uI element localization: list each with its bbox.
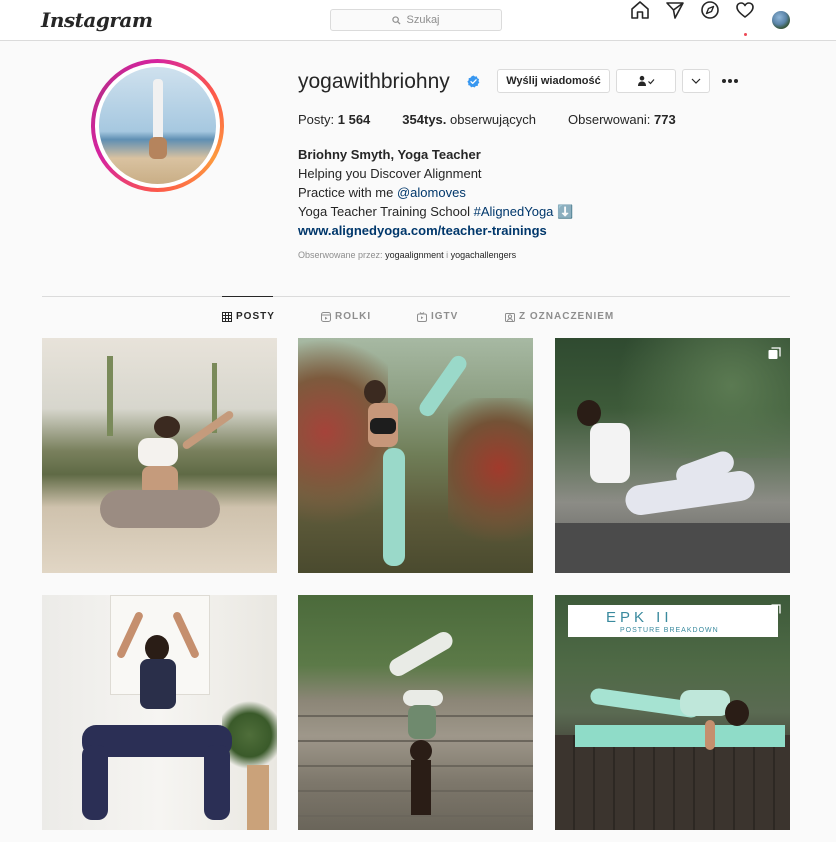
post-thumbnail[interactable]	[42, 595, 277, 830]
followed-by-account[interactable]: yogachallengers	[451, 250, 517, 260]
explore-compass-icon[interactable]	[700, 0, 720, 20]
post-overlay-banner: EPK II POSTURE BREAKDOWN	[568, 605, 778, 637]
arrow-down-emoji: ⬇️	[557, 204, 574, 219]
reels-icon	[321, 311, 331, 322]
grid-icon	[222, 311, 232, 322]
profile-photo	[99, 67, 216, 184]
followers-count[interactable]: 354tys. obserwujących	[402, 112, 536, 127]
following-status-button[interactable]	[616, 69, 676, 93]
top-nav-bar: Instagram Szukaj	[0, 0, 836, 41]
bio-website-link[interactable]: www.alignedyoga.com/teacher-trainings	[298, 221, 573, 240]
search-placeholder: Szukaj	[406, 14, 440, 26]
direct-messages-icon[interactable]	[665, 0, 685, 20]
more-options-icon[interactable]	[720, 72, 740, 90]
profile-stats: Posty: 1 564 354tys. obserwujących Obser…	[298, 112, 708, 127]
suggested-accounts-dropdown-button[interactable]	[682, 69, 710, 93]
multiple-images-icon	[768, 347, 781, 359]
post-overlay-subtitle: POSTURE BREAKDOWN	[620, 627, 719, 634]
verified-badge-icon	[467, 75, 480, 88]
followed-by-account[interactable]: yogaalignment	[385, 250, 444, 260]
search-input[interactable]: Szukaj	[330, 9, 502, 31]
post-thumbnail[interactable]	[42, 338, 277, 573]
tagged-icon	[505, 312, 515, 322]
home-icon[interactable]	[630, 0, 650, 20]
user-check-icon	[638, 75, 655, 86]
notification-dot	[744, 33, 747, 36]
own-profile-avatar[interactable]	[772, 11, 790, 29]
tab-reels[interactable]: ROLKI	[321, 311, 371, 322]
tab-igtv[interactable]: IGTV	[417, 311, 458, 322]
chevron-down-icon	[691, 78, 701, 84]
tabs-divider	[42, 296, 790, 297]
bio-full-name: Briohny Smyth, Yoga Teacher	[298, 147, 481, 162]
bio-line: Helping you Discover Alignment	[298, 166, 482, 181]
bio-line: Practice with me @alomoves	[298, 185, 466, 200]
post-thumbnail[interactable]	[298, 338, 533, 573]
multiple-images-icon	[768, 604, 781, 616]
profile-username: yogawithbriohny	[298, 70, 450, 93]
following-count[interactable]: Obserwowani: 773	[568, 112, 676, 127]
posts-count: Posty: 1 564	[298, 112, 371, 127]
post-thumbnail[interactable]: EPK II POSTURE BREAKDOWN	[555, 595, 790, 830]
bio-hashtag-link[interactable]: #AlignedYoga	[474, 204, 554, 219]
post-overlay-title: EPK II	[606, 609, 673, 626]
send-message-button[interactable]: Wyślij wiadomość	[497, 69, 610, 93]
bio-line: Yoga Teacher Training School #AlignedYog…	[298, 204, 574, 219]
followed-by: Obserwowane przez: yogaalignment i yogac…	[298, 250, 517, 260]
igtv-icon	[417, 311, 427, 322]
bio-mention-link[interactable]: @alomoves	[397, 185, 466, 200]
post-thumbnail[interactable]	[555, 338, 790, 573]
profile-avatar[interactable]	[91, 59, 224, 192]
profile-bio: Briohny Smyth, Yoga Teacher Helping you …	[298, 145, 573, 240]
instagram-logo[interactable]: Instagram	[41, 8, 153, 32]
tab-tagged[interactable]: Z OZNACZENIEM	[505, 311, 614, 322]
post-thumbnail[interactable]	[298, 595, 533, 830]
tab-posts[interactable]: POSTY	[222, 311, 275, 322]
active-tab-indicator	[222, 296, 273, 297]
activity-heart-icon[interactable]	[735, 0, 755, 20]
search-icon	[392, 15, 401, 25]
